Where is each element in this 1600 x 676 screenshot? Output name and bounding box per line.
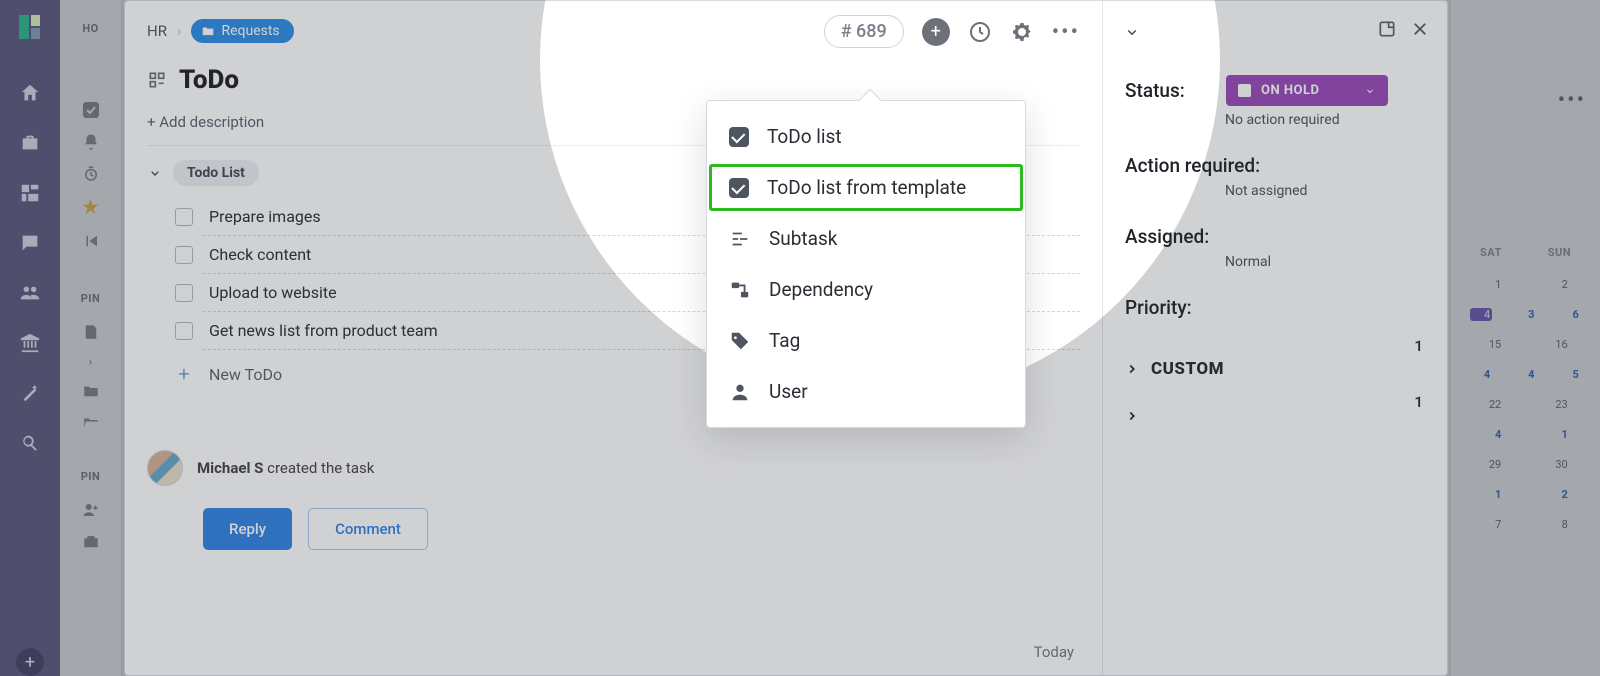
priority-label: Priority:	[1125, 296, 1220, 319]
dd-subtask[interactable]: Subtask	[707, 213, 1025, 264]
global-add-icon[interactable]: +	[16, 648, 44, 676]
status-dropdown[interactable]: ON HOLD	[1226, 75, 1388, 106]
user-icon	[729, 381, 751, 403]
chevron-right-icon: ›	[177, 22, 182, 40]
dd-todo-list[interactable]: ToDo list	[707, 111, 1025, 162]
todo-label: Check content	[209, 245, 311, 264]
dd-label: User	[769, 380, 808, 403]
dd-user[interactable]: User	[707, 366, 1025, 417]
breadcrumb-chip-label: Requests	[221, 23, 279, 39]
task-title[interactable]: ToDo	[179, 65, 239, 95]
new-todo-label: New ToDo	[209, 365, 282, 384]
dependency-icon	[729, 279, 751, 301]
breadcrumb-chip[interactable]: Requests	[191, 19, 293, 43]
chevron-down-icon[interactable]	[1123, 23, 1141, 41]
todo-label: Upload to website	[209, 283, 337, 302]
checkbox-icon[interactable]	[175, 246, 193, 264]
chevron-down-icon	[1364, 85, 1376, 97]
logo-icon[interactable]	[19, 16, 41, 38]
collapsed-section[interactable]	[1125, 409, 1425, 423]
todo-label: Get news list from product team	[209, 321, 438, 340]
plus-icon: +	[175, 362, 193, 386]
action-label: Action required:	[1125, 154, 1275, 177]
dd-label: Subtask	[769, 227, 837, 250]
breadcrumb-root[interactable]: HR	[147, 22, 167, 40]
dd-label: ToDo list	[767, 125, 842, 148]
todo-list-header[interactable]: Todo List	[173, 160, 259, 186]
dd-label: ToDo list from template	[767, 176, 966, 199]
comment-button[interactable]: Comment	[308, 508, 428, 550]
dd-dependency[interactable]: Dependency	[707, 264, 1025, 315]
status-subtext: No action required	[1225, 112, 1425, 128]
action-value: Not assigned	[1225, 183, 1425, 199]
chevron-right-icon	[1125, 409, 1139, 423]
count-badge: 1	[1414, 337, 1423, 355]
folder-icon	[201, 24, 215, 38]
chat-icon[interactable]	[19, 232, 41, 254]
briefcase-icon[interactable]	[19, 132, 41, 154]
close-icon[interactable]	[1411, 20, 1429, 38]
checkbox-checked-icon	[729, 127, 749, 147]
subtask-icon	[729, 228, 751, 250]
gear-icon[interactable]	[1010, 20, 1034, 44]
dd-tag[interactable]: Tag	[707, 315, 1025, 366]
add-menu-trigger[interactable]: +	[922, 18, 950, 46]
assigned-value: Normal	[1225, 254, 1425, 270]
task-number[interactable]: # 689	[824, 15, 904, 48]
expand-window-icon[interactable]	[1377, 19, 1397, 39]
chevron-right-icon	[1125, 362, 1139, 376]
checkbox-icon[interactable]	[175, 208, 193, 226]
activity-line: Michael S created the task	[197, 459, 374, 477]
checkbox-icon[interactable]	[175, 322, 193, 340]
avatar[interactable]	[147, 450, 183, 486]
reply-button[interactable]: Reply	[203, 508, 292, 550]
grid-icon[interactable]	[19, 182, 41, 204]
custom-label: CUSTOM	[1151, 359, 1224, 379]
status-color-icon	[1238, 84, 1251, 97]
chevron-down-icon[interactable]	[147, 165, 163, 181]
dd-todo-from-template[interactable]: ToDo list from template	[707, 162, 1025, 213]
app-rail: +	[0, 0, 60, 676]
task-type-icon	[147, 70, 167, 90]
custom-section[interactable]: CUSTOM	[1125, 359, 1425, 379]
checkbox-checked-icon	[729, 178, 749, 198]
search-icon[interactable]	[19, 432, 41, 454]
more-icon[interactable]: •••	[1052, 20, 1080, 44]
today-label: Today	[1034, 643, 1074, 661]
tag-icon	[729, 330, 751, 352]
status-value: ON HOLD	[1261, 83, 1320, 98]
todo-label: Prepare images	[209, 207, 321, 226]
wand-icon[interactable]	[19, 382, 41, 404]
bank-icon[interactable]	[19, 332, 41, 354]
dd-label: Dependency	[769, 278, 873, 301]
count-badge: 1	[1414, 393, 1423, 411]
clock-icon[interactable]	[968, 20, 992, 44]
home-icon[interactable]	[19, 82, 41, 104]
assigned-label: Assigned:	[1125, 225, 1220, 248]
checkbox-icon[interactable]	[175, 284, 193, 302]
dd-label: Tag	[769, 329, 800, 352]
status-label: Status:	[1125, 79, 1220, 102]
people-icon[interactable]	[19, 282, 41, 304]
add-dropdown-menu: ToDo list ToDo list from template Subtas…	[706, 100, 1026, 428]
